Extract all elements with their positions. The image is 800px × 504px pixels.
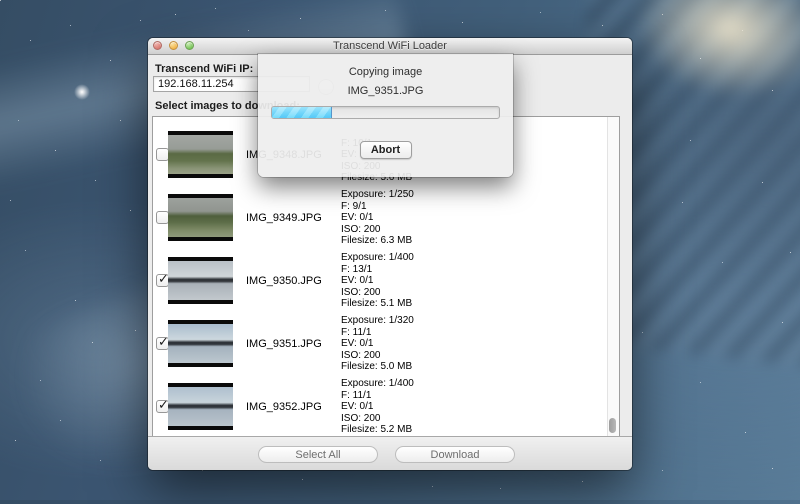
exif-line: Exposure: 1/250 (341, 189, 414, 201)
thumbnail-photo (168, 387, 233, 426)
list-item[interactable]: ✓ IMG_9352.JPG Exposure: 1/400 F: 11/1 E… (153, 375, 608, 437)
image-filename: IMG_9349.JPG (246, 212, 322, 224)
exif-line: F: 11/1 (341, 327, 414, 339)
image-filename: IMG_9351.JPG (246, 338, 322, 350)
progress-fill (272, 107, 332, 118)
list-item[interactable]: ✓ IMG_9351.JPG Exposure: 1/320 F: 11/1 E… (153, 312, 608, 375)
list-item[interactable]: ✓ IMG_9350.JPG Exposure: 1/400 F: 13/1 E… (153, 249, 608, 312)
exif-line: F: 9/1 (341, 201, 414, 213)
exif-details: Exposure: 1/250 F: 9/1 EV: 0/1 ISO: 200 … (341, 189, 414, 247)
exif-line: Filesize: 6.3 MB (341, 235, 414, 247)
title-bar[interactable]: Transcend WiFi Loader (148, 38, 632, 55)
wallpaper-stars (0, 0, 1, 1)
image-thumbnail (168, 383, 233, 430)
select-all-button[interactable]: Select All (258, 446, 378, 463)
scrollbar-track[interactable] (607, 117, 619, 436)
abort-button[interactable]: Abort (360, 141, 412, 159)
dialog-title: Copying image (258, 66, 513, 78)
thumbnail-photo (168, 198, 233, 237)
thumbnail-photo (168, 324, 233, 363)
wallpaper-bright-star (74, 84, 90, 100)
exif-line: F: 11/1 (341, 390, 414, 402)
exif-line: F: 13/1 (341, 264, 414, 276)
footer-bar: Select All Download (148, 436, 632, 470)
exif-line: ISO: 200 (341, 350, 414, 362)
dialog-filename: IMG_9351.JPG (258, 85, 513, 97)
exif-line: Filesize: 5.1 MB (341, 298, 414, 310)
exif-line: ISO: 200 (341, 287, 414, 299)
download-button[interactable]: Download (395, 446, 515, 463)
exif-line: EV: 0/1 (341, 401, 414, 413)
exif-line: EV: 0/1 (341, 275, 414, 287)
app-window: Transcend WiFi Loader Transcend WiFi IP:… (148, 38, 632, 470)
list-item[interactable]: ✓ IMG_9349.JPG Exposure: 1/250 F: 9/1 EV… (153, 186, 608, 249)
wifi-ip-label: Transcend WiFi IP: (155, 63, 253, 75)
exif-details: Exposure: 1/320 F: 11/1 EV: 0/1 ISO: 200… (341, 315, 414, 373)
image-thumbnail (168, 194, 233, 241)
progress-bar (271, 106, 500, 119)
exif-line: Filesize: 5.2 MB (341, 424, 414, 436)
exif-line: ISO: 200 (341, 224, 414, 236)
exif-line: EV: 0/1 (341, 338, 414, 350)
exif-details: Exposure: 1/400 F: 11/1 EV: 0/1 ISO: 200… (341, 378, 414, 436)
thumbnail-photo (168, 135, 233, 174)
image-thumbnail (168, 320, 233, 367)
thumbnail-photo (168, 261, 233, 300)
image-thumbnail (168, 131, 233, 178)
window-title: Transcend WiFi Loader (148, 40, 632, 52)
exif-line: Exposure: 1/320 (341, 315, 414, 327)
exif-line: Exposure: 1/400 (341, 252, 414, 264)
copying-dialog: Copying image IMG_9351.JPG Abort (258, 54, 513, 177)
exif-line: EV: 0/1 (341, 212, 414, 224)
scrollbar-thumb[interactable] (609, 418, 616, 433)
image-filename: IMG_9350.JPG (246, 275, 322, 287)
image-thumbnail (168, 257, 233, 304)
exif-line: ISO: 200 (341, 413, 414, 425)
exif-line: Filesize: 5.0 MB (341, 361, 414, 373)
exif-line: Exposure: 1/400 (341, 378, 414, 390)
image-filename: IMG_9352.JPG (246, 401, 322, 413)
exif-details: Exposure: 1/400 F: 13/1 EV: 0/1 ISO: 200… (341, 252, 414, 310)
